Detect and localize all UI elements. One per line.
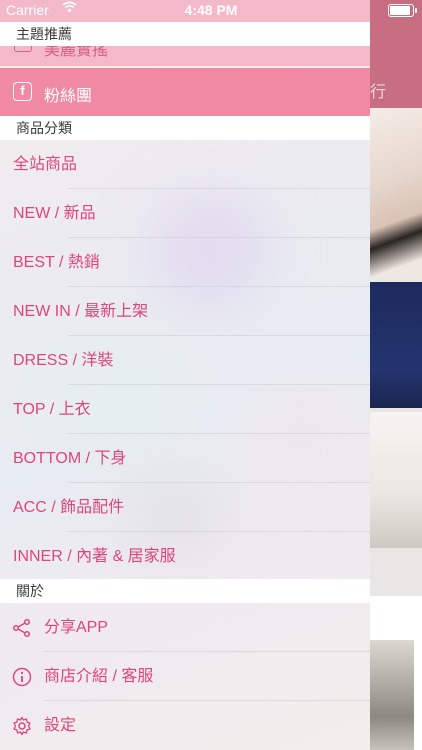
info-icon bbox=[12, 667, 32, 687]
section-header-about: 關於 bbox=[0, 579, 370, 603]
gear-icon bbox=[12, 716, 32, 736]
fan-page-label: 粉絲團 bbox=[44, 88, 93, 105]
section-header-categories: 商品分類 bbox=[0, 116, 370, 140]
status-bar: Carrier 4:48 PM bbox=[0, 0, 422, 22]
category-item-acc[interactable]: ACC / 飾品配件 bbox=[0, 483, 370, 532]
settings-label: 設定 bbox=[44, 717, 77, 734]
category-item-best[interactable]: BEST / 熱銷 bbox=[0, 238, 370, 287]
category-item-top[interactable]: TOP / 上衣 bbox=[0, 385, 370, 434]
category-item-all[interactable]: 全站商品 bbox=[0, 140, 370, 189]
fan-page-item[interactable]: f 粉絲團 bbox=[0, 68, 370, 116]
category-list: 全站商品 NEW / 新品 BEST / 熱銷 NEW IN / 最新上架 DR… bbox=[0, 140, 370, 581]
background-header-text: 行 bbox=[370, 84, 387, 101]
store-info-item[interactable]: 商店介紹 / 客服 bbox=[0, 652, 370, 701]
background-photo[interactable] bbox=[370, 282, 422, 408]
background-photo[interactable] bbox=[370, 108, 422, 278]
about-list: 分享APP 商店介紹 / 客服 設定 bbox=[0, 603, 370, 750]
category-item-bottom[interactable]: BOTTOM / 下身 bbox=[0, 434, 370, 483]
facebook-icon: f bbox=[13, 82, 32, 101]
section-header-themes: 主題推薦 bbox=[0, 22, 370, 46]
store-info-label: 商店介紹 / 客服 bbox=[44, 668, 154, 685]
background-photo[interactable] bbox=[370, 640, 414, 750]
background-photo[interactable] bbox=[370, 412, 422, 548]
share-app-label: 分享APP bbox=[44, 619, 109, 636]
share-app-item[interactable]: 分享APP bbox=[0, 603, 370, 652]
category-item-new[interactable]: NEW / 新品 bbox=[0, 189, 370, 238]
category-item-dress[interactable]: DRESS / 洋裝 bbox=[0, 336, 370, 385]
category-item-inner[interactable]: INNER / 內著 & 居家服 bbox=[0, 532, 370, 581]
clock: 4:48 PM bbox=[184, 2, 238, 18]
battery-level bbox=[390, 6, 410, 15]
category-item-new-in[interactable]: NEW IN / 最新上架 bbox=[0, 287, 370, 336]
share-icon bbox=[12, 618, 32, 638]
side-drawer: 美麗實搖 主題推薦 f 粉絲團 商品分類 全站商品 NEW / 新品 BEST … bbox=[0, 0, 370, 750]
settings-item[interactable]: 設定 bbox=[0, 701, 370, 750]
battery-icon bbox=[388, 4, 417, 17]
